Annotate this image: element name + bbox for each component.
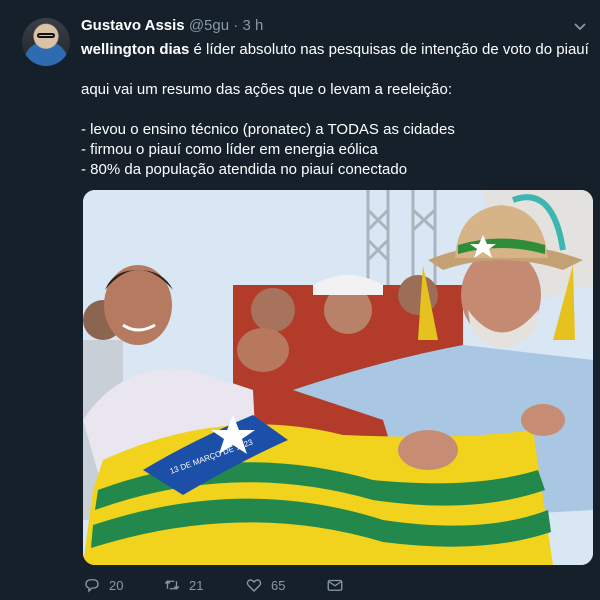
handshake: [237, 328, 289, 372]
avatar-glasses: [37, 33, 55, 38]
tweet-lead-rest: é líder absoluto nas pesquisas de intenç…: [189, 41, 589, 58]
tweet-bullet: - levou o ensino técnico (pronatec) a TO…: [81, 121, 455, 138]
author-name[interactable]: Gustavo Assis: [81, 17, 185, 34]
avatar[interactable]: [22, 18, 70, 66]
separator-dot: ·: [233, 17, 239, 34]
tweet-card[interactable]: Gustavo Assis @5gu · 3 h wellington dias…: [0, 0, 600, 600]
tweet-actions: 20 21 65: [83, 576, 383, 596]
retweet-icon: [164, 580, 180, 590]
tweet-lead: wellington dias é líder absoluto nas pes…: [81, 40, 591, 60]
direct-message-button[interactable]: [326, 576, 344, 594]
tweet-lead-bold: wellington dias: [81, 41, 190, 58]
tweet-bullet: - 80% da população atendida no piauí con…: [81, 161, 408, 178]
timestamp[interactable]: 3 h: [242, 17, 263, 34]
tweet-photo[interactable]: 13 DE MARÇO DE 1823: [83, 190, 593, 565]
retweet-count: 21: [189, 577, 204, 593]
author-handle[interactable]: @5gu: [189, 17, 229, 34]
tweet-summary: aqui vai um resumo das ações que o levam…: [81, 81, 453, 98]
tweet-bullet: - firmou o piauí como líder em energia e…: [81, 141, 378, 158]
reply-button[interactable]: 20: [83, 576, 123, 594]
retweet-button[interactable]: 21: [163, 576, 203, 594]
message-icon: [327, 579, 343, 591]
like-count: 65: [271, 577, 286, 593]
heart-icon: [246, 579, 262, 592]
like-button[interactable]: 65: [245, 576, 285, 594]
tweet-text: wellington dias é líder absoluto nas pes…: [81, 40, 591, 180]
tweet-header: Gustavo Assis @5gu · 3 h: [81, 17, 263, 34]
chevron-down-icon[interactable]: [572, 18, 588, 34]
reply-count: 20: [109, 577, 124, 593]
reply-icon: [85, 579, 99, 593]
